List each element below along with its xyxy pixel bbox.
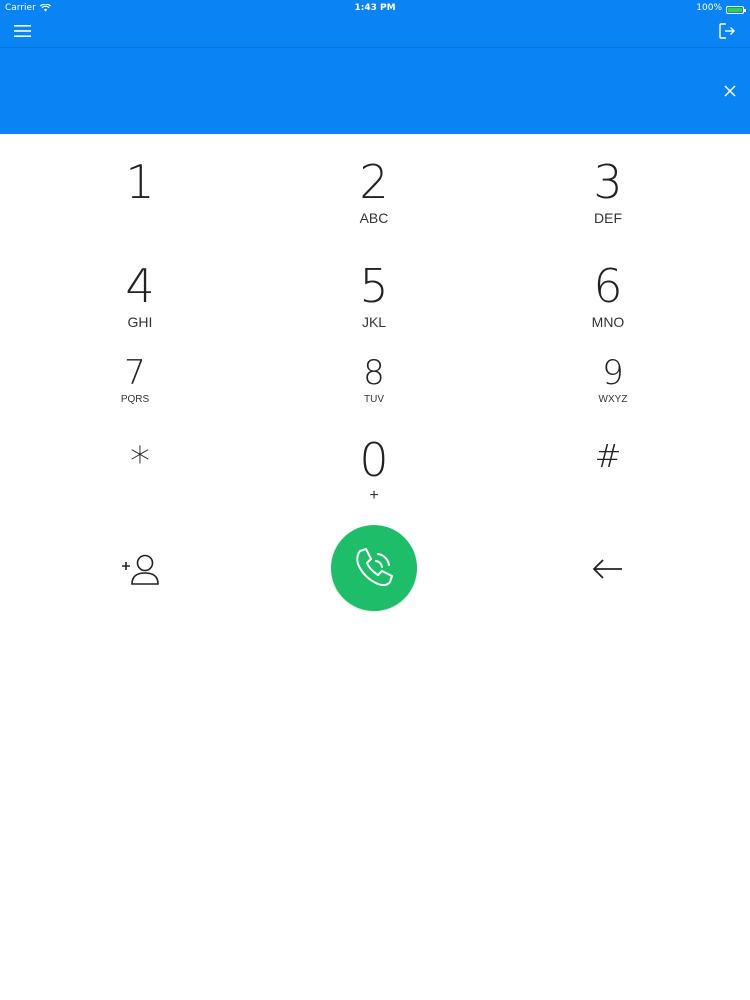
key-digit: 4 (125, 259, 155, 313)
key-3[interactable]: 3 DEF (528, 156, 688, 226)
key-letters: TUV (364, 394, 384, 405)
key-star[interactable]: * (60, 436, 220, 488)
key-hash[interactable]: # (528, 430, 688, 482)
close-icon[interactable] (722, 83, 738, 99)
key-digit: 6 (593, 259, 623, 313)
key-digit: 2 (359, 155, 389, 209)
key-7[interactable]: 7 PQRS (55, 354, 215, 406)
dialed-number[interactable] (20, 68, 690, 114)
key-letters: GHI (127, 314, 153, 330)
key-letters: DEF (594, 210, 622, 226)
key-digit: 0 (359, 433, 389, 487)
number-display-bar (0, 48, 750, 134)
key-2[interactable]: 2 ABC (294, 156, 454, 226)
key-digit: 5 (359, 259, 389, 313)
arrow-left-icon[interactable] (592, 558, 624, 580)
battery-fill (728, 8, 742, 12)
key-digit: * (130, 439, 150, 485)
key-digit: 7 (124, 353, 146, 393)
key-0[interactable]: 0 + (294, 434, 454, 504)
call-button[interactable] (331, 525, 417, 611)
key-digit: 1 (125, 155, 155, 209)
key-letters: PQRS (120, 394, 150, 405)
key-letters: + (369, 487, 379, 504)
add-contact-icon[interactable] (120, 552, 162, 586)
logout-icon[interactable] (718, 22, 736, 40)
key-5[interactable]: 5 JKL (294, 260, 454, 330)
key-letters: WXYZ (598, 394, 628, 405)
key-digit: 3 (593, 155, 623, 209)
battery-percent: 100% (696, 3, 722, 13)
top-navbar (0, 16, 750, 48)
key-8[interactable]: 8 TUV (294, 354, 454, 406)
status-right: 100% (696, 0, 746, 16)
status-bar: Carrier 1:43 PM 100% (0, 0, 750, 16)
key-digit: 9 (602, 353, 624, 393)
key-4[interactable]: 4 GHI (60, 260, 220, 330)
key-letters: MNO (591, 314, 625, 330)
key-letters: JKL (361, 314, 387, 330)
key-digit: # (594, 437, 622, 475)
hamburger-menu-icon[interactable] (14, 23, 32, 39)
key-1[interactable]: 1 (60, 156, 220, 210)
status-time: 1:43 PM (354, 3, 396, 13)
battery-icon (726, 6, 746, 14)
key-digit: 8 (363, 353, 385, 393)
phone-icon (356, 548, 393, 587)
key-6[interactable]: 6 MNO (528, 260, 688, 330)
key-letters: ABC (359, 210, 389, 226)
key-9[interactable]: 9 WXYZ (533, 354, 693, 406)
